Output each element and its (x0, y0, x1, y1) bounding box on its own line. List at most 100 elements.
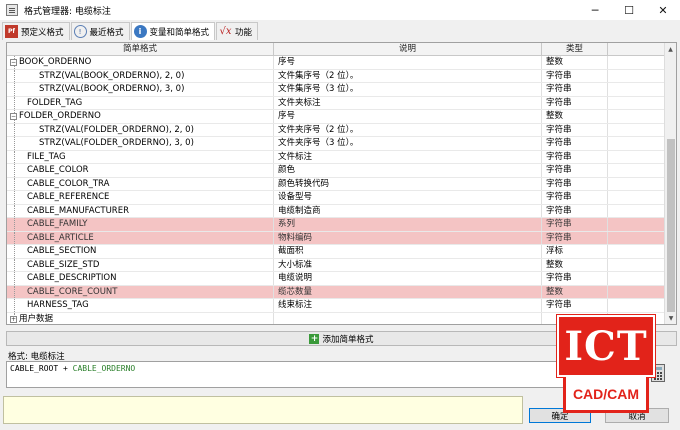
cell-name: CABLE_COLOR (7, 164, 274, 177)
table-row[interactable]: CABLE_SIZE_STD 大小标准 整数 (7, 258, 676, 272)
cell-type: 字符串 (542, 204, 608, 217)
table-row[interactable]: HARNESS_TAG 线束标注 字符串 (7, 299, 676, 313)
collapse-icon[interactable]: − (10, 59, 17, 66)
cell-description: 颜色转换代码 (274, 177, 542, 190)
table-row[interactable]: FOLDER_TAG 文件夹标注 字符串 (7, 96, 676, 110)
cell-type: 字符串 (542, 96, 608, 109)
column-header-description[interactable]: 说明 (274, 43, 542, 55)
cell-type: 字符串 (542, 137, 608, 150)
cell-name: FILE_TAG (7, 150, 274, 163)
table-row[interactable]: CABLE_FAMILY 系列 字符串 (7, 218, 676, 232)
cell-type: 字符串 (542, 123, 608, 136)
cell-name: STRZ(VAL(FOLDER_ORDERNO), 2, 0) (7, 123, 274, 136)
plus-icon: + (309, 333, 320, 344)
cell-type: 整数 (542, 258, 608, 271)
cell-name-text: CABLE_REFERENCE (27, 192, 110, 202)
cell-name: CABLE_REFERENCE (7, 191, 274, 204)
column-header-name[interactable]: 简单格式 (7, 43, 274, 55)
table-row[interactable]: STRZ(VAL(BOOK_ORDERNO), 2, 0) 文件集序号（2 位）。… (7, 69, 676, 83)
close-button[interactable]: ✕ (646, 0, 680, 20)
cell-name-text: CABLE_COLOR (27, 165, 89, 175)
cell-description: 设备型号 (274, 191, 542, 204)
cell-name-text: STRZ(VAL(FOLDER_ORDERNO), 2, 0) (39, 124, 194, 135)
scroll-down-icon[interactable]: ▼ (665, 312, 676, 324)
cell-name: CABLE_MANUFACTURER (7, 204, 274, 217)
tree-line (14, 218, 15, 231)
scroll-thumb[interactable] (667, 139, 675, 312)
cell-name-text: STRZ(VAL(FOLDER_ORDERNO), 3, 0) (39, 138, 194, 148)
preset-format-icon: Pf (5, 25, 18, 38)
table-row[interactable]: CABLE_ARTICLE 物料编码 字符串 (7, 231, 676, 245)
cell-name-text: CABLE_SIZE_STD (27, 259, 100, 270)
message-area (3, 396, 523, 424)
minimize-button[interactable]: ─ (578, 0, 612, 20)
tree-line (14, 258, 15, 271)
tree-line (14, 285, 15, 298)
expression-text: CABLE_ROOT + (10, 364, 73, 373)
cell-type: 字符串 (542, 83, 608, 96)
maximize-button[interactable]: ☐ (612, 0, 646, 20)
cell-name-text: CABLE_COLOR_TRA (27, 178, 110, 189)
cell-description: 序号 (274, 110, 542, 123)
scroll-up-icon[interactable]: ▲ (665, 43, 676, 55)
table-row[interactable]: CABLE_COLOR_TRA 颜色转换代码 字符串 (7, 177, 676, 191)
table-row[interactable]: CABLE_DESCRIPTION 电缆说明 字符串 (7, 272, 676, 286)
cell-name: HARNESS_TAG (7, 299, 274, 312)
tab-variables-simple-formats[interactable]: i 变量和简单格式 (130, 22, 216, 40)
cell-description: 大小标准 (274, 258, 542, 271)
cell-name-text: CABLE_MANUFACTURER (27, 205, 129, 216)
cell-name-text: 用户数据 (19, 313, 54, 324)
cell-name-text: CABLE_FAMILY (27, 219, 88, 229)
vertical-scrollbar[interactable]: ▲ ▼ (664, 43, 676, 324)
column-header-type[interactable]: 类型 (542, 43, 608, 55)
cell-name-text: FILE_TAG (27, 151, 66, 162)
collapse-icon[interactable]: − (10, 113, 17, 120)
table-row[interactable]: STRZ(VAL(BOOK_ORDERNO), 3, 0) 文件集序号（3 位）。… (7, 83, 676, 97)
tree-line (14, 164, 15, 177)
tab-label: 变量和简单格式 (149, 27, 210, 38)
table-row[interactable]: STRZ(VAL(FOLDER_ORDERNO), 3, 0) 文件夹序号（3 位… (7, 137, 676, 151)
cell-name: − BOOK_ORDERNO (7, 56, 274, 69)
format-expression-input[interactable]: CABLE_ROOT + CABLE_ORDERNO (6, 361, 646, 388)
cell-description: 系列 (274, 218, 542, 231)
logo-top-panel: ICT (556, 314, 656, 378)
table-row[interactable]: − BOOK_ORDERNO 序号 整数 (7, 56, 676, 70)
tree-line (14, 123, 15, 136)
tree-line (14, 299, 15, 312)
cell-name: FOLDER_TAG (7, 96, 274, 109)
cell-description: 文件夹序号（3 位）。 (274, 137, 542, 150)
table-row[interactable]: CABLE_SECTION 截面积 浮标 (7, 245, 676, 259)
table-row[interactable]: STRZ(VAL(FOLDER_ORDERNO), 2, 0) 文件夹序号（2 位… (7, 123, 676, 137)
cell-name: CABLE_SECTION (7, 245, 274, 258)
table-row[interactable]: CABLE_MANUFACTURER 电缆制造商 字符串 (7, 204, 676, 218)
cell-description: 文件集序号（2 位）。 (274, 69, 542, 82)
tab-strip: Pf 预定义格式 ! 最近格式 i 变量和简单格式 √x 功能 (2, 22, 259, 40)
cell-description: 电缆制造商 (274, 204, 542, 217)
cell-type: 字符串 (542, 177, 608, 190)
logo-cadcam-text: CAD/CAM (572, 385, 640, 402)
table-row[interactable]: CABLE_COLOR 颜色 字符串 (7, 164, 676, 178)
tab-functions[interactable]: √x 功能 (216, 22, 259, 40)
cell-name: − FOLDER_ORDERNO (7, 110, 274, 123)
cell-name: STRZ(VAL(FOLDER_ORDERNO), 3, 0) (7, 137, 274, 150)
cell-type: 字符串 (542, 272, 608, 285)
tree-line (14, 231, 15, 244)
window-controls: ─ ☐ ✕ (578, 0, 680, 20)
table-row[interactable]: − FOLDER_ORDERNO 序号 整数 (7, 110, 676, 124)
expand-icon[interactable]: + (10, 315, 17, 323)
cell-type: 字符串 (542, 218, 608, 231)
tab-label: 预定义格式 (21, 27, 64, 38)
cell-name-text: CABLE_CORE_COUNT (27, 286, 118, 297)
simple-format-grid: 简单格式 说明 类型 − BOOK_ORDERNO 序号 整数 STRZ(VAL(BOO… (6, 42, 677, 325)
cell-name: + 用户数据 (7, 312, 274, 324)
table-row[interactable]: CABLE_CORE_COUNT 缆芯数量 整数 (7, 285, 676, 299)
table-row[interactable]: CABLE_REFERENCE 设备型号 字符串 (7, 191, 676, 205)
cell-name: STRZ(VAL(BOOK_ORDERNO), 2, 0) (7, 69, 274, 82)
tree-line (14, 150, 15, 163)
tab-predefined-formats[interactable]: Pf 预定义格式 (2, 22, 70, 40)
table-row[interactable]: FILE_TAG 文件标注 字符串 (7, 150, 676, 164)
info-icon: i (133, 25, 147, 38)
logo-ict-text: ICT (564, 322, 648, 370)
cell-type: 字符串 (542, 191, 608, 204)
tab-recent-formats[interactable]: ! 最近格式 (70, 22, 130, 40)
